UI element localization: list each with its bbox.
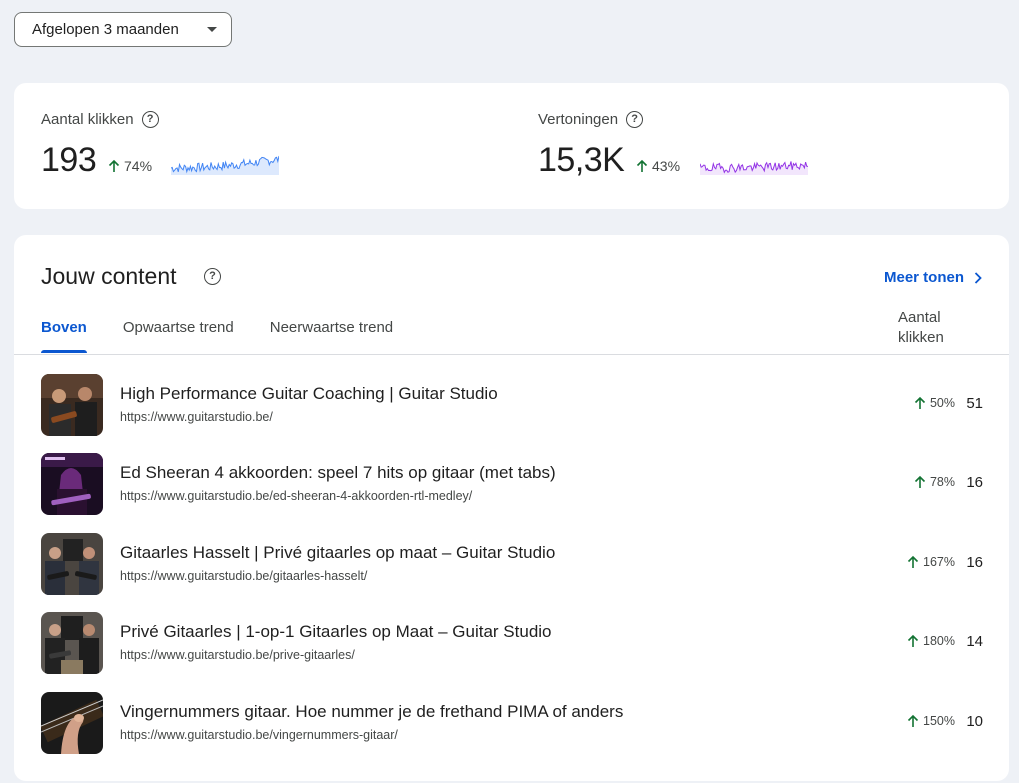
- arrow-up-icon: [907, 555, 919, 568]
- content-row[interactable]: High Performance Guitar Coaching | Guita…: [14, 374, 1009, 438]
- clicks-change: 150%: [906, 714, 955, 728]
- chevron-right-icon: [974, 271, 982, 284]
- clicks-count: 14: [966, 633, 983, 650]
- arrow-up-icon: [108, 159, 120, 172]
- clicks-change: 167%: [906, 555, 955, 569]
- page-url: https://www.guitarstudio.be/vingernummer…: [120, 728, 398, 742]
- arrow-up-icon: [907, 634, 919, 647]
- page-title[interactable]: High Performance Guitar Coaching | Guita…: [120, 384, 498, 404]
- metric-label: Vertoningen: [538, 111, 619, 128]
- arrow-up-icon: [914, 396, 926, 409]
- page-title[interactable]: Vingernummers gitaar. Hoe nummer je de f…: [120, 702, 623, 722]
- search-console-dashboard: Afgelopen 3 maanden Aantal klikken ? 193…: [0, 0, 1019, 783]
- caret-down-icon: [207, 27, 217, 32]
- page-title[interactable]: Privé Gitaarles | 1-op-1 Gitaarles op Ma…: [120, 622, 552, 642]
- page-url: https://www.guitarstudio.be/: [120, 410, 273, 424]
- clicks-change: 78%: [913, 475, 955, 489]
- metric-value: 15,3K: [538, 141, 625, 179]
- page-thumbnail: [41, 533, 103, 595]
- content-row[interactable]: Vingernummers gitaar. Hoe nummer je de f…: [14, 692, 1009, 756]
- clicks-count: 16: [966, 554, 983, 571]
- page-thumbnail: [41, 374, 103, 436]
- date-range-dropdown[interactable]: Afgelopen 3 maanden: [14, 12, 232, 47]
- page-title[interactable]: Gitaarles Hasselt | Privé gitaarles op m…: [120, 543, 555, 563]
- content-row[interactable]: Gitaarles Hasselt | Privé gitaarles op m…: [14, 533, 1009, 597]
- page-url: https://www.guitarstudio.be/gitaarles-ha…: [120, 569, 368, 583]
- help-icon[interactable]: ?: [204, 268, 221, 285]
- metrics-card: Aantal klikken ? 193 74% Vertoningen ? 1…: [14, 83, 1009, 209]
- tab-neerwaartse-trend[interactable]: Neerwaartse trend: [270, 319, 393, 352]
- arrow-up-icon: [636, 159, 648, 172]
- page-url: https://www.guitarstudio.be/prive-gitaar…: [120, 648, 355, 662]
- show-more-link[interactable]: Meer tonen: [884, 269, 982, 286]
- sparkline-impressions: [700, 161, 808, 175]
- column-header-clicks: Aantal klikken: [898, 309, 944, 346]
- divider: [14, 354, 1009, 355]
- clicks-change: 180%: [906, 634, 955, 648]
- metric-label: Aantal klikken: [41, 111, 134, 128]
- metric-change: 43%: [635, 158, 680, 174]
- arrow-up-icon: [907, 714, 919, 727]
- page-title[interactable]: Ed Sheeran 4 akkoorden: speel 7 hits op …: [120, 463, 556, 483]
- clicks-count: 16: [966, 474, 983, 491]
- sparkline-clicks: [171, 155, 279, 175]
- clicks-count: 10: [966, 713, 983, 730]
- tab-opwaartse-trend[interactable]: Opwaartse trend: [123, 319, 234, 352]
- page-thumbnail: [41, 612, 103, 674]
- metric-value: 193: [41, 141, 97, 179]
- help-icon[interactable]: ?: [141, 111, 159, 128]
- content-card: Jouw content ? Meer tonen Boven Opwaarts…: [14, 235, 1009, 781]
- clicks-count: 51: [966, 395, 983, 412]
- content-row[interactable]: Ed Sheeran 4 akkoorden: speel 7 hits op …: [14, 453, 1009, 517]
- page-url: https://www.guitarstudio.be/ed-sheeran-4…: [120, 489, 473, 503]
- content-tabs: Boven Opwaartse trend Neerwaartse trend: [41, 319, 393, 353]
- metric-change: 74%: [107, 158, 152, 174]
- section-title: Jouw content: [41, 263, 177, 289]
- clicks-change: 50%: [913, 396, 955, 410]
- content-row[interactable]: Privé Gitaarles | 1-op-1 Gitaarles op Ma…: [14, 612, 1009, 676]
- help-icon[interactable]: ?: [626, 111, 644, 128]
- page-thumbnail: [41, 453, 103, 515]
- tab-boven[interactable]: Boven: [41, 319, 87, 353]
- date-range-label: Afgelopen 3 maanden: [32, 21, 179, 38]
- arrow-up-icon: [914, 475, 926, 488]
- page-thumbnail: [41, 692, 103, 754]
